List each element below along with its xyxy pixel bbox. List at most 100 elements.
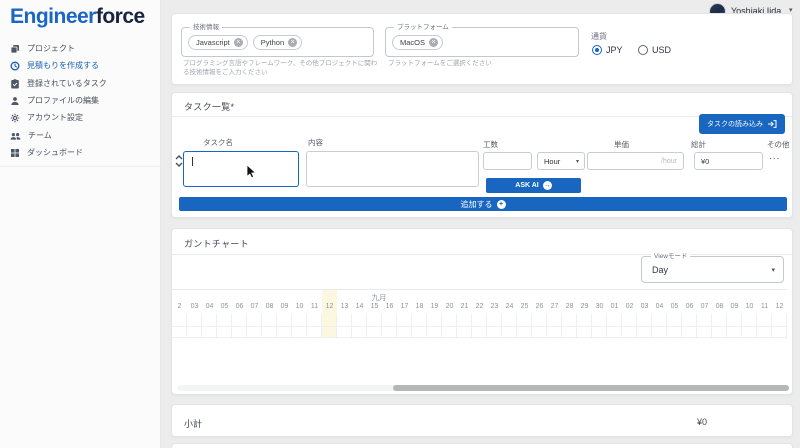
sidebar-item-create-estimate[interactable]: 見積もりを作成する [0, 57, 161, 74]
total-input[interactable]: ¥0 [694, 152, 763, 170]
chip-python[interactable]: Python× [253, 35, 302, 50]
task-name-input[interactable] [183, 151, 299, 187]
sidebar-divider [0, 166, 161, 167]
ask-ai-button[interactable]: ASK AI → [486, 178, 581, 193]
gantt-grid-cell [592, 314, 607, 338]
currency-option-jpy[interactable]: JPY [592, 45, 623, 55]
currency-option-usd[interactable]: USD [638, 45, 671, 55]
gantt-grid-cell [202, 314, 217, 338]
gantt-grid-cell [517, 314, 532, 338]
task-content-input[interactable] [306, 151, 479, 187]
gantt-day-label: 20 [442, 303, 457, 310]
gantt-timeline: 九月 2030405060708091011121314151617181920… [172, 289, 787, 337]
subtotal-value: ¥0 [697, 417, 707, 427]
gantt-grid-cell [742, 314, 757, 338]
sidebar-item-label: アカウント設定 [27, 112, 83, 123]
sidebar-item-edit-profile[interactable]: プロファイルの編集 [0, 92, 161, 109]
unit-price-placeholder: /hour [661, 158, 677, 165]
view-mode-select[interactable]: Viewモード Day ▾ [641, 256, 784, 283]
gantt-grid-cell [187, 314, 202, 338]
close-icon[interactable]: × [288, 38, 297, 47]
gantt-grid-cell [622, 314, 637, 338]
sidebar-item-projects[interactable]: プロジェクト [0, 40, 161, 57]
sidebar-item-team[interactable]: チーム [0, 127, 161, 144]
sidebar-item-label: 見積もりを作成する [27, 60, 99, 71]
gantt-day-label: 07 [697, 303, 712, 310]
gantt-day-label: 13 [337, 303, 352, 310]
chip-macos[interactable]: MacOS × [392, 35, 443, 50]
radio-usd-label: USD [652, 45, 671, 55]
effort-input[interactable] [483, 152, 532, 170]
dashboard-icon [10, 148, 20, 158]
col-unit-price: 単価 [614, 139, 629, 150]
task-list-card: タスク一覧* タスクの読み込み タスク名 内容 工数 単価 総計 その他 Hou… [171, 92, 793, 218]
gantt-day-label: 28 [562, 303, 577, 310]
load-tasks-button[interactable]: タスクの読み込み [699, 114, 785, 134]
divider [172, 254, 792, 255]
gantt-title: ガントチャート [184, 237, 249, 250]
gantt-day-label: 09 [277, 303, 292, 310]
gantt-grid-cell [502, 314, 517, 338]
gantt-day-label: 14 [352, 303, 367, 310]
total-value: ¥0 [701, 157, 709, 166]
radio-jpy-label: JPY [606, 45, 623, 55]
gantt-grid-cell [322, 314, 337, 338]
sidebar-item-registered-tasks[interactable]: 登録されているタスク [0, 75, 161, 92]
app-root: Engineerforce プロジェクト 見積もりを作成する 登録されているタス… [0, 0, 800, 448]
gantt-grid-cell [652, 314, 667, 338]
chip-javascript[interactable]: Javascript× [188, 35, 248, 50]
gantt-month-label: 九月 [372, 292, 387, 303]
gantt-day-label: 2 [172, 303, 187, 310]
gantt-grid-cell [382, 314, 397, 338]
gantt-grid-cell [532, 314, 547, 338]
gantt-day-label: 03 [637, 303, 652, 310]
more-menu[interactable]: ... [769, 151, 780, 162]
gantt-grid-cell [712, 314, 727, 338]
logo-engineer: Engineer [10, 5, 96, 28]
gantt-grid-cell [412, 314, 427, 338]
gantt-day-label: 10 [742, 303, 757, 310]
gantt-grid-cell [562, 314, 577, 338]
gantt-grid-cell [247, 314, 262, 338]
gantt-day-label: 21 [457, 303, 472, 310]
gantt-grid-cell [457, 314, 472, 338]
radio-jpy-icon[interactable] [592, 45, 602, 55]
platform-helper: プラットフォームをご選択ください [388, 59, 578, 68]
view-mode-label: Viewモード [651, 253, 690, 261]
gantt-scrollbar-track[interactable] [177, 385, 789, 391]
gantt-grid-cell [172, 314, 187, 338]
col-other: その他 [767, 139, 790, 150]
chip-label: MacOS [400, 38, 425, 47]
gantt-day-label: 04 [652, 303, 667, 310]
gantt-day-label: 05 [217, 303, 232, 310]
gantt-day-label: 03 [187, 303, 202, 310]
tech-info-field[interactable]: 技術情報 Javascript× Python× [181, 27, 374, 57]
gantt-grid-cell [367, 314, 382, 338]
ask-ai-label: ASK AI [515, 182, 538, 189]
task-list-title: タスク一覧* [184, 100, 234, 113]
gantt-card: ガントチャート Viewモード Day ▾ 九月 203040506070809… [171, 228, 793, 395]
gantt-scrollbar-thumb[interactable] [393, 385, 789, 391]
gantt-day-label: 29 [577, 303, 592, 310]
unit-price-input[interactable]: /hour [587, 152, 684, 170]
close-icon[interactable]: × [429, 38, 438, 47]
sidebar-item-account-settings[interactable]: アカウント設定 [0, 109, 161, 126]
sidebar-item-dashboard[interactable]: ダッシュボード [0, 144, 161, 161]
add-task-button[interactable]: 追加する + [179, 197, 787, 211]
gantt-day-label: 17 [397, 303, 412, 310]
gantt-grid-cell [262, 314, 277, 338]
gantt-day-label: 22 [472, 303, 487, 310]
radio-usd-icon[interactable] [638, 45, 648, 55]
gantt-day-label: 23 [487, 303, 502, 310]
sidebar: Engineerforce プロジェクト 見積もりを作成する 登録されているタス… [0, 0, 161, 448]
effort-unit-value: Hour [544, 157, 560, 166]
gantt-grid-cell [397, 314, 412, 338]
gantt-grid-cell [277, 314, 292, 338]
view-mode-value: Day [652, 265, 668, 275]
close-icon[interactable]: × [234, 38, 243, 47]
sidebar-item-label: ダッシュボード [27, 147, 83, 158]
gantt-grid-cell [427, 314, 442, 338]
registered-tasks-icon [10, 79, 20, 89]
platform-field[interactable]: プラットフォーム MacOS× [385, 27, 579, 57]
effort-unit-select[interactable]: Hour ▾ [537, 152, 585, 170]
